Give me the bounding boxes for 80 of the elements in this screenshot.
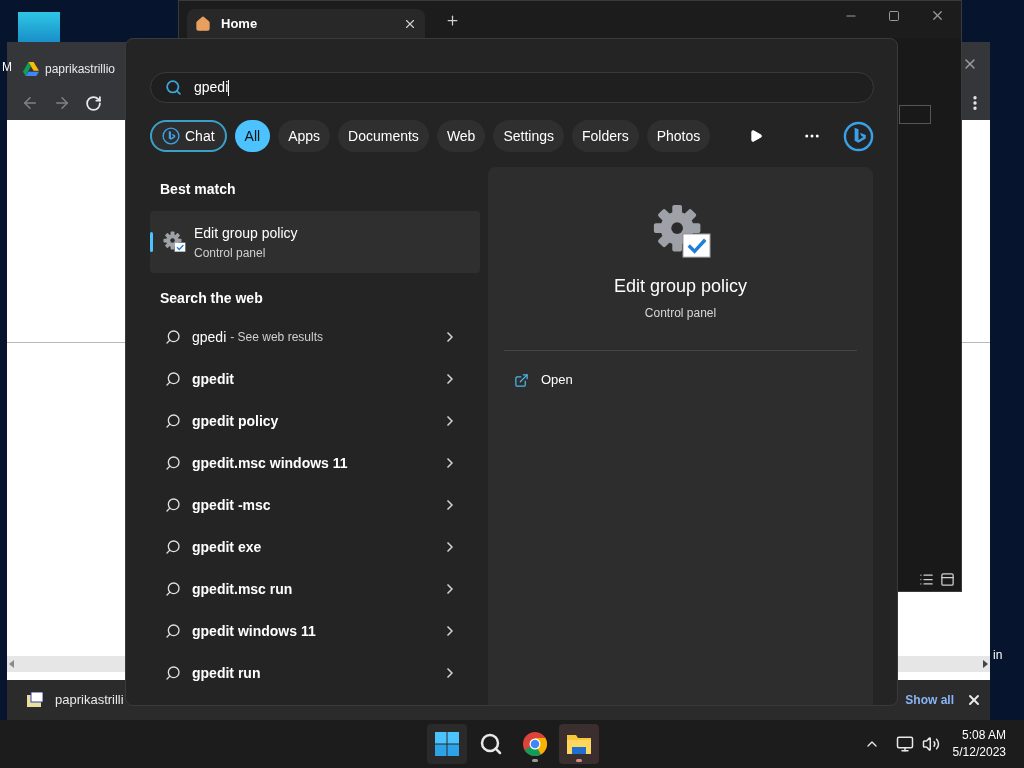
section-heading: Search the web — [160, 289, 264, 308]
search-icon — [165, 329, 181, 345]
search-icon — [165, 79, 182, 96]
open-external-icon — [514, 372, 529, 388]
item-subtitle: Control panel — [194, 244, 267, 262]
preview-title: Edit group policy — [613, 275, 748, 298]
filter-chip[interactable]: Folders — [572, 120, 639, 152]
result-text: gpedit — [192, 369, 234, 389]
close-icon[interactable] — [966, 692, 982, 708]
search-icon — [165, 497, 181, 513]
search-field[interactable]: gpedi — [150, 72, 874, 103]
result-text: gpedit.msc run — [192, 579, 293, 599]
filter-chip[interactable]: All — [234, 120, 271, 152]
tab-title: paprikastrillio — [44, 61, 115, 78]
filter-chip[interactable]: Apps — [278, 120, 331, 152]
search-icon — [165, 581, 181, 597]
web-result-item[interactable]: gpedit -msc — [150, 484, 480, 526]
result-text: gpedit exe — [192, 537, 262, 557]
search-icon — [479, 732, 503, 756]
folder-icon — [566, 732, 592, 756]
chrome-icon — [522, 731, 548, 757]
result-text: gpedit run — [192, 663, 261, 683]
section-heading: Best match — [160, 180, 237, 199]
selection-indicator — [150, 232, 153, 252]
web-result-item[interactable]: gpedit windows 11 — [150, 610, 480, 652]
desktop-label: M — [2, 59, 12, 76]
web-result-item[interactable]: gpedit.msc run — [150, 568, 480, 610]
maximize-icon[interactable] — [888, 9, 900, 22]
open-action[interactable]: Open — [504, 363, 857, 397]
taskbar-app-button[interactable] — [559, 724, 599, 764]
web-result-item[interactable]: gpedi - See web results — [150, 316, 480, 358]
item-title: Edit group policy — [194, 223, 298, 243]
result-hint: - See web results — [230, 329, 323, 346]
web-result-item[interactable]: gpedit exe — [150, 526, 480, 568]
drive-logo-icon — [23, 61, 39, 77]
back-icon[interactable] — [21, 94, 39, 112]
result-text: gpedi — [192, 327, 227, 347]
search-icon — [165, 455, 181, 471]
forward-icon[interactable] — [53, 94, 71, 112]
filter-chip[interactable]: Settings — [493, 120, 564, 152]
search-icon — [165, 413, 181, 429]
volume-icon[interactable] — [921, 735, 940, 753]
reload-icon[interactable] — [85, 94, 102, 112]
tab-title: Home — [221, 14, 258, 33]
web-result-item[interactable]: gpedit — [150, 358, 480, 400]
result-text: gpedit policy — [192, 411, 279, 431]
home-icon — [195, 15, 211, 32]
filter-chip[interactable]: Web — [436, 120, 486, 152]
download-filename: paprikastrilli — [55, 691, 124, 710]
chat-logo-icon — [162, 127, 180, 145]
show-all-link[interactable]: Show all — [905, 691, 954, 709]
explorer-tab[interactable]: Home — [187, 9, 425, 38]
search-icon — [165, 539, 181, 555]
address-field[interactable] — [899, 105, 931, 124]
desktop-label: in — [993, 647, 1003, 664]
close-icon[interactable] — [930, 8, 945, 23]
web-result-item[interactable]: gpedit policy — [150, 400, 480, 442]
filter-chip[interactable]: Chat — [150, 120, 227, 152]
result-text: gpedit.msc windows 11 — [192, 453, 348, 473]
clock[interactable]: 5:08 AM 5/12/2023 — [952, 727, 1006, 761]
search-icon — [165, 623, 181, 639]
windows-logo-icon — [435, 732, 459, 756]
new-tab-icon[interactable] — [445, 13, 460, 28]
details-view-icon[interactable] — [919, 572, 934, 587]
taskbar-app-button[interactable] — [427, 724, 467, 764]
settings-app-icon — [162, 230, 186, 254]
tiles-view-icon[interactable] — [940, 572, 955, 587]
web-result-item[interactable]: gpedit run — [150, 652, 480, 694]
search-icon — [165, 665, 181, 681]
play-icon[interactable] — [749, 129, 763, 143]
bing-logo-icon — [843, 120, 874, 152]
result-text: gpedit -msc — [192, 495, 271, 515]
filter-chip[interactable]: Photos — [646, 120, 711, 152]
web-result-item[interactable]: gpedit.msc windows 11 — [150, 442, 480, 484]
search-icon — [165, 371, 181, 387]
filter-chip[interactable]: Documents — [338, 120, 429, 152]
best-match-item[interactable]: Edit group policy Control panel — [150, 211, 480, 273]
result-text: gpedit windows 11 — [192, 621, 316, 641]
preview-subtitle: Control panel — [644, 305, 717, 322]
archive-file-icon — [27, 692, 43, 708]
